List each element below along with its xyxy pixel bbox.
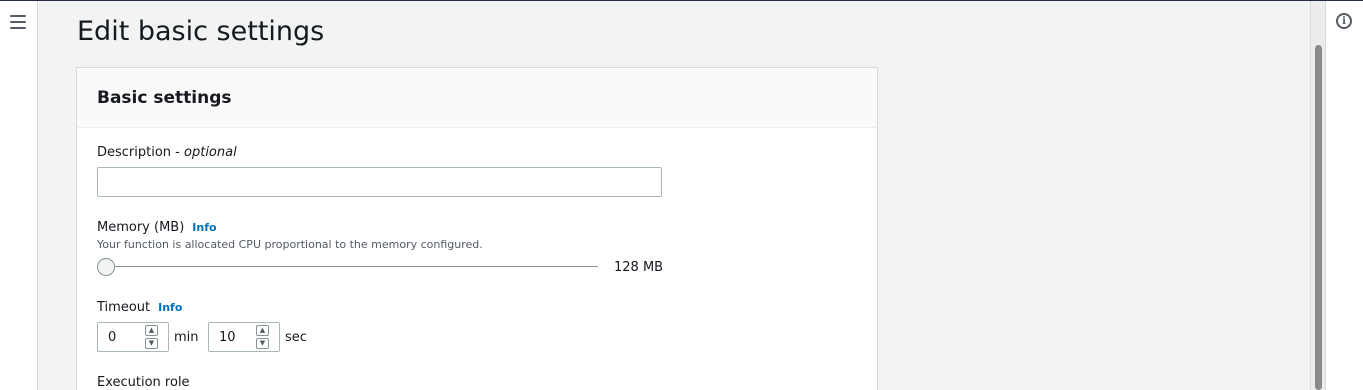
memory-helper-text: Your function is allocated CPU proportio… — [97, 238, 483, 251]
basic-settings-panel: Basic settings Description - optional Me… — [76, 67, 878, 390]
execution-role-label: Execution role — [97, 375, 190, 390]
hamburger-menu-icon[interactable] — [9, 13, 27, 31]
page-scrollbar[interactable] — [1310, 1, 1325, 390]
info-circle-icon[interactable]: i — [1336, 13, 1352, 29]
page-title: Edit basic settings — [77, 16, 325, 47]
timeout-seconds-input[interactable] — [209, 323, 259, 351]
minutes-unit: min — [174, 330, 199, 345]
timeout-seconds-stepper[interactable]: ▲ ▼ — [208, 322, 280, 352]
memory-label-text: Memory (MB) — [97, 220, 185, 235]
description-optional: optional — [184, 145, 237, 160]
timeout-minutes-input[interactable] — [98, 323, 148, 351]
scrollbar-thumb[interactable] — [1315, 45, 1322, 390]
panel-header: Basic settings — [77, 68, 877, 128]
right-tools-rail: i — [1325, 1, 1363, 390]
seconds-unit: sec — [285, 330, 307, 345]
decrement-arrow-icon[interactable]: ▼ — [145, 338, 158, 349]
timeout-minutes-stepper[interactable]: ▲ ▼ — [97, 322, 169, 352]
memory-info-link[interactable]: Info — [192, 221, 216, 234]
increment-arrow-icon[interactable]: ▲ — [145, 325, 158, 336]
timeout-label-text: Timeout — [97, 300, 151, 315]
decrement-arrow-icon[interactable]: ▼ — [256, 338, 269, 349]
panel-title: Basic settings — [97, 88, 232, 108]
memory-slider-thumb[interactable] — [97, 258, 115, 276]
left-navigation-rail — [0, 1, 38, 390]
description-label-text: Description — [97, 145, 172, 160]
top-border — [0, 0, 1363, 1]
description-separator: - — [171, 145, 185, 160]
timeout-minutes-spin: ▲ ▼ — [145, 325, 158, 349]
memory-slider-track[interactable] — [107, 266, 598, 267]
memory-value: 128 MB — [614, 260, 664, 275]
memory-label: Memory (MB) Info — [97, 220, 217, 235]
increment-arrow-icon[interactable]: ▲ — [256, 325, 269, 336]
timeout-info-link[interactable]: Info — [158, 301, 182, 314]
timeout-seconds-spin: ▲ ▼ — [256, 325, 269, 349]
description-label: Description - optional — [97, 145, 237, 160]
timeout-label: Timeout Info — [97, 300, 182, 315]
description-input[interactable] — [97, 167, 662, 197]
